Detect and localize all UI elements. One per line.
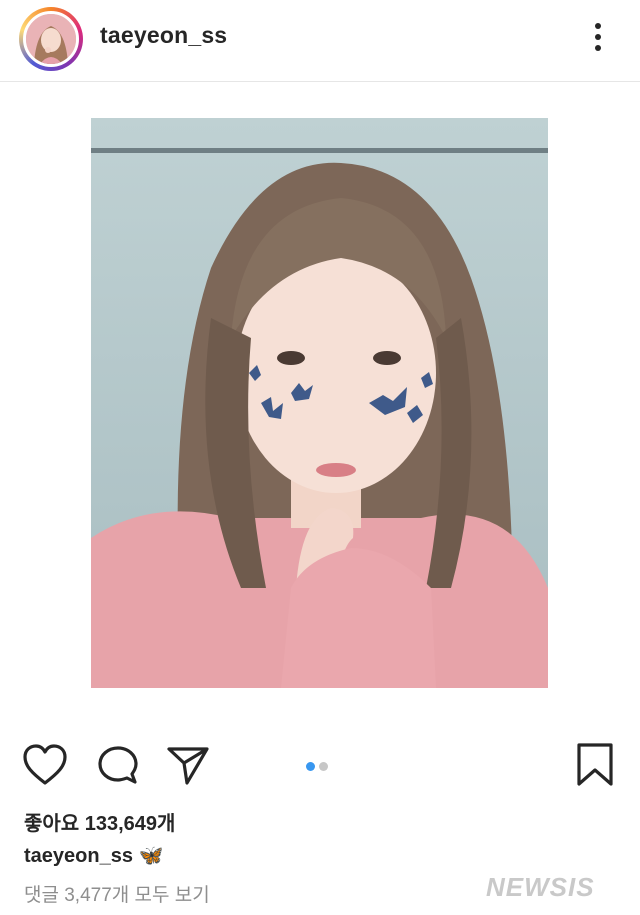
- carousel-dot: [319, 762, 328, 771]
- header-username[interactable]: taeyeon_ss: [100, 22, 227, 49]
- heart-icon[interactable]: [22, 743, 68, 792]
- newsis-watermark: NEWSIS: [486, 872, 595, 902]
- caption: taeyeon_ss 🦋: [24, 843, 163, 868]
- avatar[interactable]: [23, 11, 79, 67]
- selfie-photo: [91, 118, 548, 688]
- post-media[interactable]: [0, 83, 640, 723]
- send-icon[interactable]: [165, 743, 211, 792]
- post-photo[interactable]: [91, 118, 548, 688]
- bookmark-icon[interactable]: [575, 742, 615, 793]
- likes-count[interactable]: 좋아요 133,649개: [24, 807, 175, 836]
- post-header: taeyeon_ss: [0, 0, 640, 82]
- carousel-dot-active: [306, 762, 315, 771]
- avatar-portrait: [26, 14, 76, 64]
- caption-text: 🦋: [138, 845, 164, 867]
- comment-icon[interactable]: [96, 744, 140, 793]
- caption-username[interactable]: taeyeon_ss: [24, 845, 133, 867]
- carousel-indicator: [306, 758, 332, 776]
- story-ring[interactable]: [19, 7, 83, 71]
- view-all-comments-link[interactable]: 댓글 3,477개 모두 보기: [24, 880, 210, 907]
- more-vertical-icon[interactable]: [583, 20, 613, 54]
- action-bar: [0, 735, 640, 795]
